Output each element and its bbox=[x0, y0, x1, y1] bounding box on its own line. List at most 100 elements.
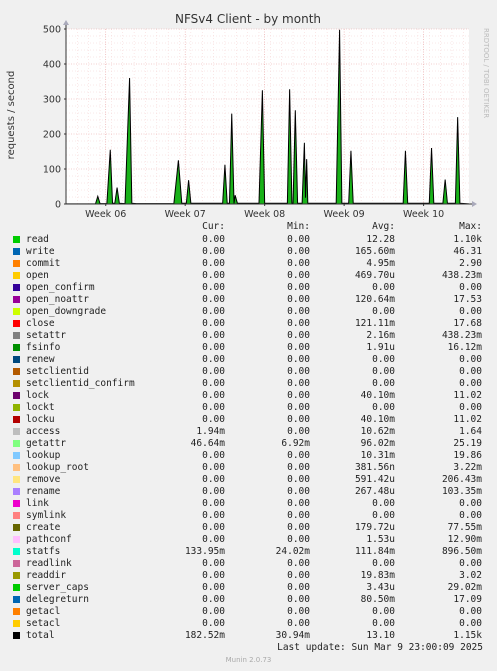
legend-label: commit bbox=[26, 258, 61, 269]
legend-value-avg: 0.00 bbox=[372, 510, 395, 521]
legend-label: getattr bbox=[26, 438, 67, 449]
legend-swatch bbox=[13, 416, 20, 423]
legend-value-min: 0.00 bbox=[287, 474, 310, 485]
legend-row-lock: lock 0.00 0.00 40.10m 11.02 bbox=[0, 390, 497, 402]
legend-label: readdir bbox=[26, 570, 67, 581]
y-tick-label: 400 bbox=[43, 60, 61, 71]
legend-value-cur: 0.00 bbox=[202, 414, 225, 425]
legend-value-min: 0.00 bbox=[287, 486, 310, 497]
legend-value-avg: 13.10 bbox=[366, 630, 395, 641]
legend-swatch bbox=[13, 392, 20, 399]
legend-value-avg: 2.16m bbox=[366, 330, 395, 341]
legend-value-avg: 0.00 bbox=[372, 378, 395, 389]
legend-value-cur: 0.00 bbox=[202, 270, 225, 281]
legend-label: lookup_root bbox=[26, 462, 89, 473]
legend-value-min: 0.00 bbox=[287, 378, 310, 389]
legend-value-max: 11.02 bbox=[453, 414, 482, 425]
legend-value-cur: 0.00 bbox=[202, 258, 225, 269]
legend-row-delegreturn: delegreturn 0.00 0.00 80.50m 17.09 bbox=[0, 594, 497, 606]
legend-value-max: 11.02 bbox=[453, 390, 482, 401]
legend-swatch bbox=[13, 536, 20, 543]
legend-value-min: 0.00 bbox=[287, 306, 310, 317]
legend-value-min: 0.00 bbox=[287, 246, 310, 257]
legend-value-min: 0.00 bbox=[287, 330, 310, 341]
legend-row-symlink: symlink 0.00 0.00 0.00 0.00 bbox=[0, 510, 497, 522]
legend-swatch bbox=[13, 524, 20, 531]
legend-row-server_caps: server_caps 0.00 0.00 3.43u 29.02m bbox=[0, 582, 497, 594]
legend-value-avg: 121.11m bbox=[354, 318, 395, 329]
legend-row-lookup: lookup 0.00 0.00 10.31m 19.86 bbox=[0, 450, 497, 462]
legend-value-max: 0.00 bbox=[459, 282, 482, 293]
legend-row-setattr: setattr 0.00 0.00 2.16m 438.23m bbox=[0, 330, 497, 342]
legend-swatch bbox=[13, 584, 20, 591]
y-tick-label: 200 bbox=[43, 130, 61, 141]
legend-swatch bbox=[13, 272, 20, 279]
y-tick-label: 100 bbox=[43, 165, 61, 176]
legend-value-max: 0.00 bbox=[459, 510, 482, 521]
legend-value-cur: 0.00 bbox=[202, 366, 225, 377]
legend-value-cur: 0.00 bbox=[202, 234, 225, 245]
legend-label: readlink bbox=[26, 558, 72, 569]
legend-value-avg: 10.31m bbox=[360, 450, 395, 461]
legend-value-avg: 111.84m bbox=[354, 546, 395, 557]
legend-value-avg: 0.00 bbox=[372, 366, 395, 377]
legend-value-avg: 267.48u bbox=[354, 486, 395, 497]
legend-row-read: read 0.00 0.00 12.28 1.10k bbox=[0, 234, 497, 246]
legend-row-close: close 0.00 0.00 121.11m 17.68 bbox=[0, 318, 497, 330]
legend-label: delegreturn bbox=[26, 594, 89, 605]
legend-value-min: 0.00 bbox=[287, 270, 310, 281]
legend-value-cur: 0.00 bbox=[202, 498, 225, 509]
legend-label: setclientid bbox=[26, 366, 89, 377]
legend-value-min: 0.00 bbox=[287, 342, 310, 353]
legend-value-cur: 0.00 bbox=[202, 318, 225, 329]
legend-label: open_confirm bbox=[26, 282, 95, 293]
legend-value-min: 6.92m bbox=[281, 438, 310, 449]
legend-value-max: 0.00 bbox=[459, 366, 482, 377]
legend-value-cur: 0.00 bbox=[202, 282, 225, 293]
legend-value-min: 0.00 bbox=[287, 510, 310, 521]
y-tick-label: 300 bbox=[43, 95, 61, 106]
legend-row-open_noattr: open_noattr 0.00 0.00 120.64m 17.53 bbox=[0, 294, 497, 306]
legend-value-max: 206.43m bbox=[441, 474, 482, 485]
legend-swatch bbox=[13, 260, 20, 267]
legend-value-avg: 10.62m bbox=[360, 426, 395, 437]
legend-row-rename: rename 0.00 0.00 267.48u 103.35m bbox=[0, 486, 497, 498]
legend-value-cur: 0.00 bbox=[202, 582, 225, 593]
legend-row-write: write 0.00 0.00 165.60m 46.31 bbox=[0, 246, 497, 258]
x-tick-label: Week 06 bbox=[85, 209, 126, 220]
legend-swatch bbox=[13, 356, 20, 363]
legend-value-avg: 179.72u bbox=[354, 522, 395, 533]
legend-value-min: 0.00 bbox=[287, 366, 310, 377]
legend-row-total: total 182.52m 30.94m 13.10 1.15k bbox=[0, 630, 497, 642]
legend-label: setattr bbox=[26, 330, 67, 341]
legend-swatch bbox=[13, 548, 20, 555]
legend-value-cur: 0.00 bbox=[202, 534, 225, 545]
legend-swatch bbox=[13, 572, 20, 579]
legend-label: locku bbox=[26, 414, 55, 425]
legend-label: lockt bbox=[26, 402, 55, 413]
last-update-text: Last update: Sun Mar 9 23:00:09 2025 bbox=[277, 642, 483, 653]
legend-value-max: 17.09 bbox=[453, 594, 482, 605]
legend-value-max: 3.02 bbox=[459, 570, 482, 581]
legend-label: close bbox=[26, 318, 55, 329]
legend-row-open_downgrade: open_downgrade 0.00 0.00 0.00 0.00 bbox=[0, 306, 497, 318]
legend-label: setclientid_confirm bbox=[26, 378, 135, 389]
legend-value-cur: 0.00 bbox=[202, 618, 225, 629]
legend-row-open_confirm: open_confirm 0.00 0.00 0.00 0.00 bbox=[0, 282, 497, 294]
legend-value-max: 1.15k bbox=[453, 630, 482, 641]
legend-swatch bbox=[13, 308, 20, 315]
legend-label: setacl bbox=[26, 618, 61, 629]
legend-value-max: 3.22m bbox=[453, 462, 482, 473]
legend-label: open bbox=[26, 270, 49, 281]
legend-row-link: link 0.00 0.00 0.00 0.00 bbox=[0, 498, 497, 510]
legend-row-pathconf: pathconf 0.00 0.00 1.53u 12.90m bbox=[0, 534, 497, 546]
legend-row-statfs: statfs 133.95m 24.02m 111.84m 896.50m bbox=[0, 546, 497, 558]
legend-swatch bbox=[13, 512, 20, 519]
legend-value-cur: 182.52m bbox=[184, 630, 225, 641]
legend-value-avg: 0.00 bbox=[372, 618, 395, 629]
legend-label: fsinfo bbox=[26, 342, 61, 353]
legend-label: server_caps bbox=[26, 582, 89, 593]
legend-row-commit: commit 0.00 0.00 4.95m 2.90 bbox=[0, 258, 497, 270]
legend-label: renew bbox=[26, 354, 55, 365]
legend-label: lock bbox=[26, 390, 49, 401]
